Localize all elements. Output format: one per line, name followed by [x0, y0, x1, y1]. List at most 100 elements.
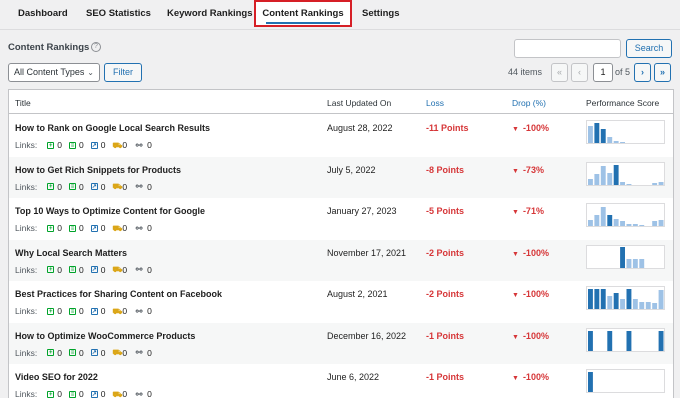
- link-count: +0: [47, 348, 62, 358]
- column-title: Title: [15, 98, 31, 108]
- table-header: Title Last Updated On Loss Drop (%) Perf…: [9, 90, 673, 114]
- link-count: ↗ 0: [90, 140, 105, 150]
- link-count-value: 0: [147, 140, 152, 150]
- column-drop[interactable]: Drop (%): [512, 98, 546, 108]
- performance-bar: [588, 178, 593, 185]
- performance-bar: [632, 224, 638, 226]
- performance-score-chart: [586, 286, 665, 310]
- caret-down-icon: ▼: [512, 292, 519, 299]
- performance-score-chart: [586, 244, 665, 269]
- link-count: ≡ 0: [68, 182, 84, 192]
- row-title-link[interactable]: Why Local Search Matters: [15, 248, 127, 258]
- performance-bar: [588, 372, 593, 392]
- last-updated-date: June 6, 2022: [327, 372, 380, 382]
- performance-score-chart: [586, 369, 665, 393]
- row-title-link[interactable]: How to Get Rich Snippets for Products: [15, 165, 181, 175]
- performance-bar: [613, 164, 619, 185]
- first-page-button[interactable]: «: [551, 63, 568, 82]
- tab-dashboard[interactable]: Dashboard: [18, 0, 68, 29]
- drop-value: -100%: [522, 123, 549, 133]
- table-row: How to Get Rich Snippets for Products Lin…: [9, 156, 673, 198]
- drop-value: -100%: [522, 330, 549, 341]
- last-updated-date: January 27, 2023: [327, 206, 397, 216]
- link-count: ↗ 0: [90, 389, 106, 398]
- next-page-button[interactable]: ›: [634, 63, 651, 82]
- performance-bar: [613, 141, 619, 143]
- performance-bar: [652, 221, 658, 226]
- internal-link-icon: +: [47, 141, 55, 149]
- links-label: Links:: [15, 223, 38, 233]
- total-pages-label: of 5: [615, 67, 631, 77]
- last-page-button[interactable]: »: [654, 63, 671, 82]
- internal-link-icon: +: [47, 390, 55, 398]
- performance-bar: [600, 207, 606, 226]
- performance-bar: [658, 220, 664, 226]
- table-row: Video SEO for 2022 Links: +0 ≡ 0 ↗ 0 ⛟ 0 ⚯ 0 June 6…: [9, 364, 673, 398]
- column-last-updated[interactable]: Last Updated On: [327, 98, 391, 108]
- nav-tabs: Dashboard SEO Statistics Keyword Ranking…: [0, 0, 680, 30]
- links-summary: Links: +0 ≡ 0 ↗ 0 ⛟ 0 ⚯ 0: [15, 348, 159, 358]
- performance-bar: [594, 173, 600, 185]
- link-count: +0: [47, 265, 62, 275]
- link-count-value: 0: [122, 306, 128, 316]
- performance-bar: [588, 330, 593, 351]
- filter-button[interactable]: Filter: [104, 63, 142, 82]
- external-link-icon: ≡: [68, 349, 76, 356]
- external-link-icon: ≡: [68, 307, 76, 315]
- affiliate-link-icon: ⛟: [112, 140, 123, 150]
- performance-bar: [588, 126, 593, 143]
- link-count-value: 0: [57, 347, 62, 358]
- tab-settings[interactable]: Settings: [362, 0, 399, 29]
- link-count: ⚯ 0: [134, 306, 152, 316]
- row-title-link[interactable]: How to Optimize WooCommerce Products: [15, 331, 195, 341]
- link-count-value: 0: [147, 223, 152, 233]
- loss-value: -11 Points: [426, 123, 469, 133]
- row-title-link[interactable]: Best Practices for Sharing Content on Fa…: [15, 289, 222, 299]
- search-button[interactable]: Search: [626, 39, 672, 58]
- row-title-link[interactable]: Video SEO for 2022: [15, 372, 98, 382]
- link-count: ⚯ 0: [134, 265, 152, 275]
- tab-keyword-rankings[interactable]: Keyword Rankings: [167, 0, 253, 29]
- row-title-link[interactable]: How to Rank on Google Local Search Resul…: [15, 123, 210, 133]
- drop-cell: ▼ -73%: [512, 165, 544, 175]
- row-title-link[interactable]: Top 10 Ways to Optimize Content for Goog…: [15, 206, 205, 216]
- last-updated-date: December 16, 2022: [327, 330, 407, 341]
- loss-value: -2 Points: [426, 289, 465, 299]
- tab-content-rankings[interactable]: Content Rankings: [254, 0, 352, 27]
- search-input[interactable]: [514, 39, 621, 58]
- column-loss[interactable]: Loss: [426, 98, 444, 108]
- drop-value: -73%: [522, 164, 544, 175]
- tab-seo-statistics[interactable]: SEO Statistics: [86, 0, 151, 29]
- internal-link-icon: +: [47, 224, 55, 232]
- chevron-down-icon: ⌄: [87, 68, 94, 77]
- link-count-value: 0: [147, 181, 152, 192]
- affiliate-link-icon: ⛟: [112, 265, 123, 274]
- link-count: ⚯ 0: [134, 223, 152, 233]
- link-count-value: 0: [147, 347, 152, 358]
- performance-score-chart: [586, 203, 665, 227]
- caret-down-icon: ▼: [512, 126, 519, 133]
- performance-bar: [658, 290, 664, 309]
- content-type-select[interactable]: All Content Types ⌄: [8, 63, 100, 82]
- current-page-input[interactable]: 1: [593, 63, 613, 82]
- links-label: Links:: [15, 306, 38, 316]
- internal-link-icon: +: [47, 307, 55, 315]
- performance-bar: [600, 289, 606, 309]
- loss-value: -1 Points: [426, 372, 465, 382]
- performance-bar: [639, 225, 645, 226]
- link-count: ↗ 0: [90, 182, 105, 192]
- link-count: ⛟ 0: [112, 140, 127, 150]
- column-performance-score: Performance Score: [586, 98, 660, 108]
- links-label: Links:: [15, 264, 38, 275]
- question-circle-icon[interactable]: ?: [91, 42, 101, 52]
- link-count-value: 0: [122, 347, 128, 358]
- link-count-value: 0: [100, 389, 106, 398]
- prev-page-button[interactable]: ‹: [571, 63, 588, 82]
- link-count: ↗ 0: [90, 223, 105, 233]
- link-count: ⚯ 0: [134, 182, 152, 192]
- caret-down-icon: ▼: [512, 375, 519, 382]
- link-count-value: 0: [122, 140, 128, 150]
- link-count-value: 0: [78, 264, 84, 275]
- last-updated-date: November 17, 2021: [327, 247, 407, 258]
- affiliate-link-icon: ⛟: [112, 306, 123, 316]
